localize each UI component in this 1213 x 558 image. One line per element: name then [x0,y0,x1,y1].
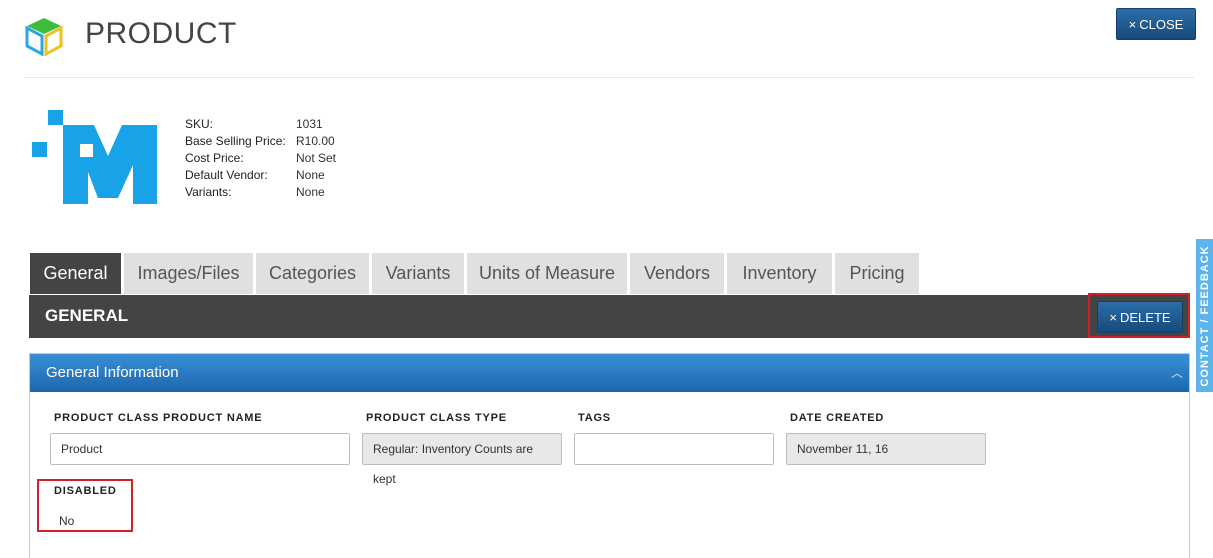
summary-row-variants: Variants: None [185,184,336,201]
product-name-label: PRODUCT CLASS PRODUCT NAME [54,412,263,424]
section-header: GENERAL [29,295,1190,338]
summary-value: 1031 [296,117,323,131]
product-logo [32,110,157,204]
summary-label: Base Selling Price: [185,134,286,148]
close-button[interactable]: × CLOSE [1116,8,1196,40]
date-created-field: November 11, 16 [786,433,986,465]
tab-inventory[interactable]: Inventory [727,253,832,294]
panel-header[interactable]: General Information ︿ [30,354,1189,392]
tab-variants[interactable]: Variants [372,253,464,294]
summary-label: Default Vendor: [185,168,268,182]
chevron-up-icon[interactable]: ︿ [1171,364,1183,381]
tab-units-of-measure[interactable]: Units of Measure [467,253,627,294]
tags-field[interactable] [574,433,774,465]
highlight-box-disabled [37,479,133,532]
panel-title: General Information [46,364,179,381]
summary-label: Variants: [185,185,232,199]
summary-value: Not Set [296,151,337,165]
tab-pricing[interactable]: Pricing [835,253,919,294]
close-icon: × [1128,16,1137,32]
product-name-field[interactable]: Product [50,433,350,465]
summary-row-cost: Cost Price: Not Set [185,150,336,167]
summary-row-price: Base Selling Price: R10.00 [185,133,336,150]
tags-label: TAGS [578,412,611,424]
summary-label: SKU: [185,117,214,131]
product-class-type-field: Regular: Inventory Counts are kept [362,433,562,486]
summary-label: Cost Price: [185,151,244,165]
page-title: PRODUCT [85,17,237,50]
date-created-label: DATE CREATED [790,412,885,424]
tab-general[interactable]: General [30,253,121,294]
product-class-type-label: PRODUCT CLASS TYPE [366,412,507,424]
section-title: GENERAL [45,306,129,325]
summary-value: R10.00 [296,134,335,148]
summary-row-vendor: Default Vendor: None [185,167,336,184]
feedback-label: CONTACT / FEEDBACK [1198,244,1211,387]
page-header: PRODUCT × CLOSE [0,0,1213,78]
summary-row-sku: SKU: 1031 [185,116,336,133]
highlight-box-delete [1088,293,1190,338]
tab-categories[interactable]: Categories [256,253,369,294]
summary-value: None [296,185,325,199]
tab-bar: General Images/Files Categories Variants… [30,253,919,294]
product-summary: SKU: 1031 Base Selling Price: R10.00 Cos… [185,116,336,201]
contact-feedback-tab[interactable]: CONTACT / FEEDBACK [1196,239,1213,392]
tab-images-files[interactable]: Images/Files [124,253,253,294]
close-button-label: CLOSE [1139,16,1184,32]
tab-vendors[interactable]: Vendors [630,253,724,294]
summary-value: None [296,168,325,182]
header-divider [24,77,1194,78]
cube-icon [25,18,63,56]
